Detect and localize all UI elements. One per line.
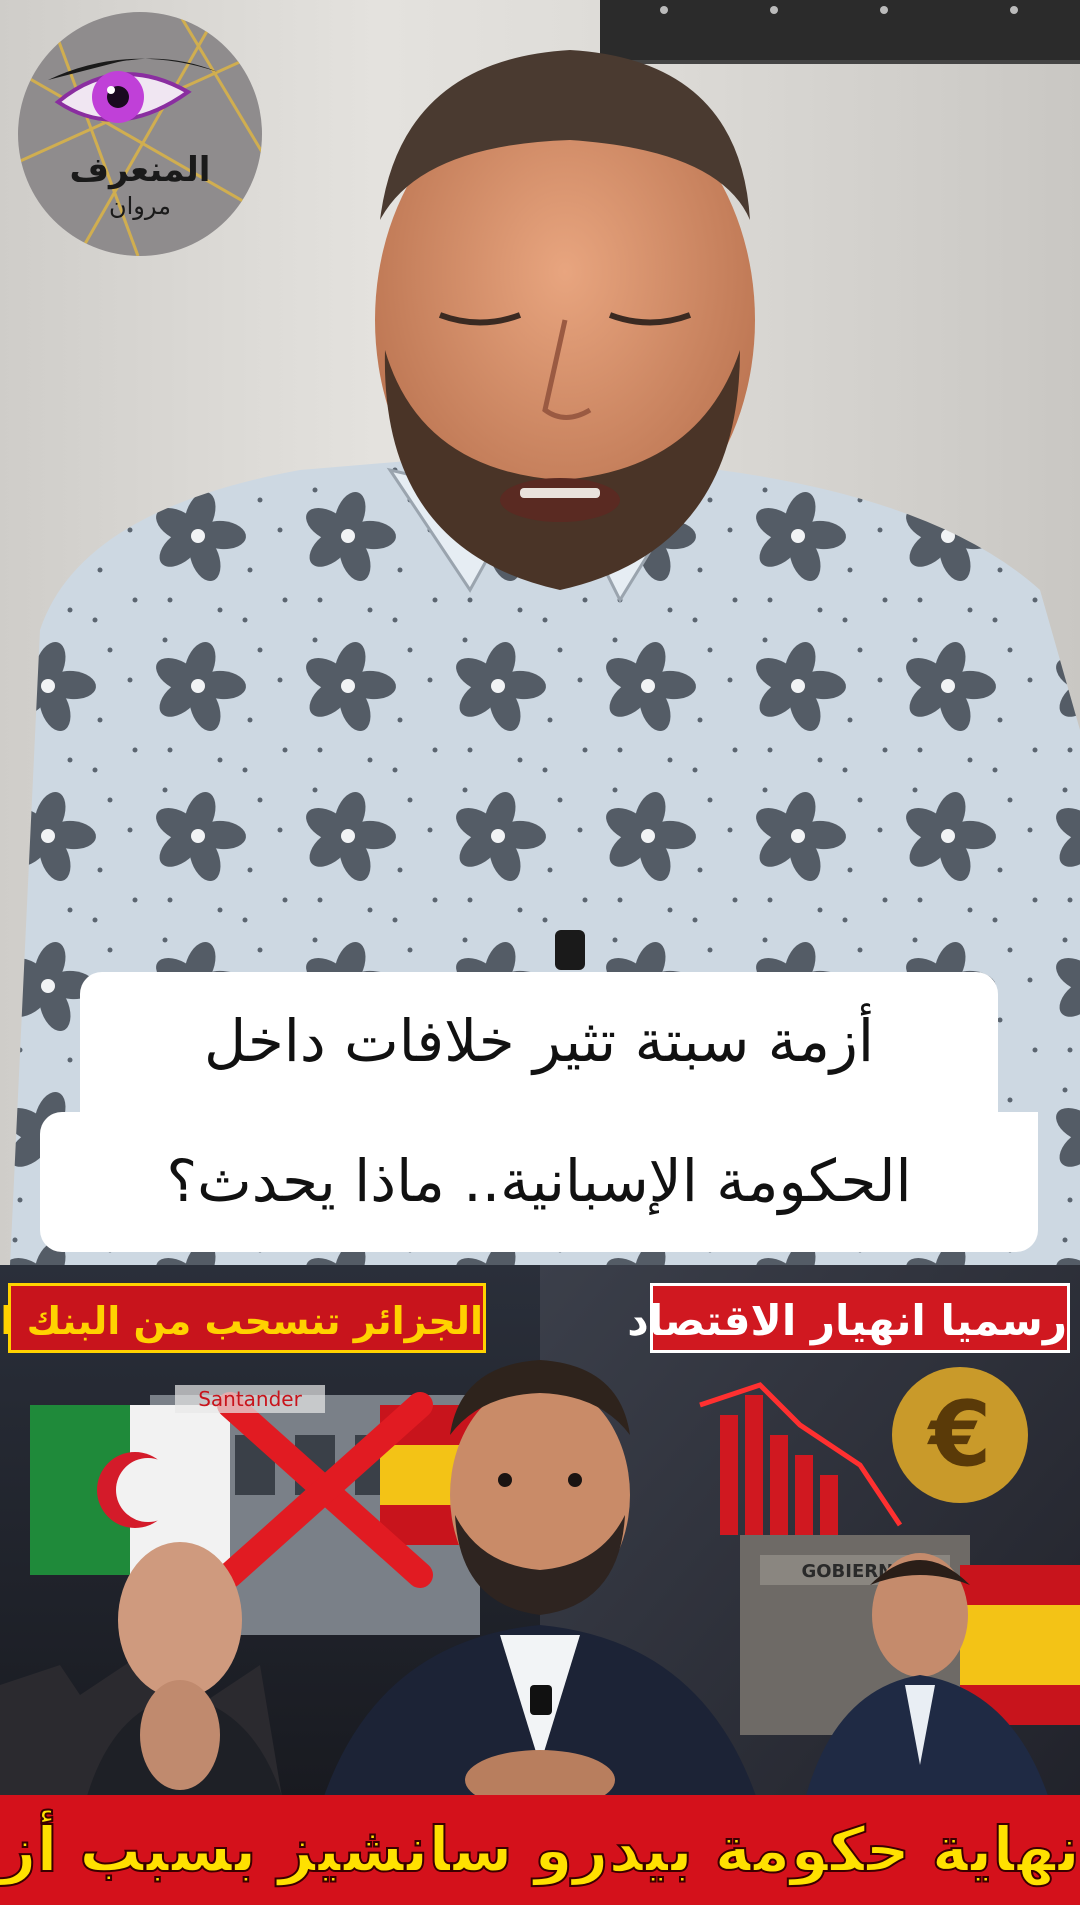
bottom-strip bbox=[0, 1905, 1080, 1920]
channel-logo[interactable]: المنعرف مروان bbox=[18, 12, 262, 256]
video-thumbnail[interactable]: € GOBIERNO Santander الجزائر تنسحب من ال… bbox=[0, 1265, 1080, 1905]
bank-sign: Santander bbox=[198, 1387, 302, 1411]
logo-title: المنعرف bbox=[69, 150, 211, 190]
logo-subtitle: مروان bbox=[109, 192, 171, 220]
socket-dot bbox=[1010, 6, 1018, 14]
video-frame[interactable]: المنعرف مروان أزمة سبتة تثير خلافات داخل… bbox=[0, 0, 1080, 1265]
thumbnail-headline-right: رسميا انهيار الاقتصاد bbox=[627, 1283, 1070, 1353]
thumbnail-headline-left: الجزائر تنسحب من البنك الإسباني bbox=[0, 1283, 486, 1353]
socket-dot bbox=[880, 6, 888, 14]
thumbnail-bottom-banner: نهاية حكومة بيدرو سانشيز بسبب أزمة سبتة bbox=[0, 1795, 1080, 1905]
caption-line-1: أزمة سبتة تثير خلافات داخل bbox=[80, 972, 998, 1112]
socket-dot bbox=[770, 6, 778, 14]
video-post: المنعرف مروان أزمة سبتة تثير خلافات داخل… bbox=[0, 0, 1080, 1920]
socket-dot bbox=[660, 6, 668, 14]
svg-text:€: € bbox=[927, 1382, 992, 1487]
caption-line-2: الحكومة الإسبانية.. ماذا يحدث؟ bbox=[40, 1112, 1038, 1252]
